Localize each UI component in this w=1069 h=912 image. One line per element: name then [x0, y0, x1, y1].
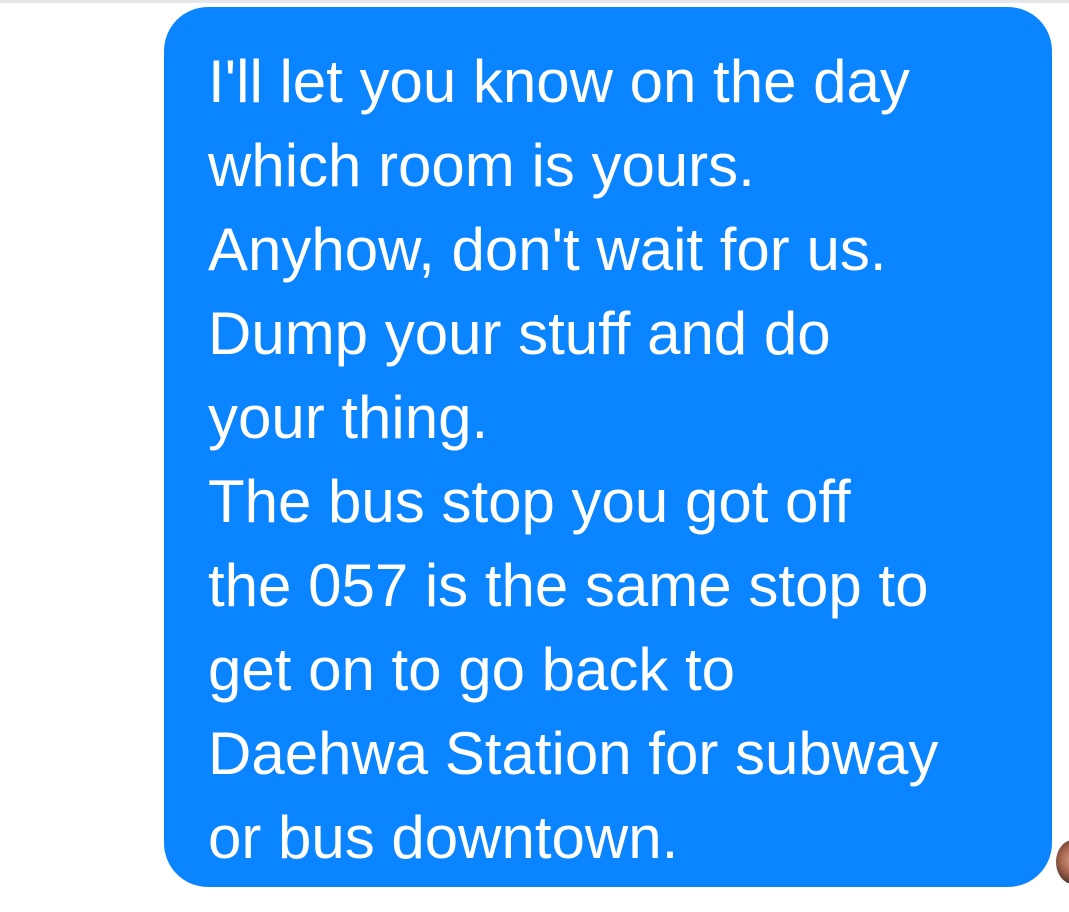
message-line: your thing. [208, 384, 489, 451]
message-line: get on to go back to [208, 636, 736, 703]
message-line: Daehwa Station for subway [208, 720, 939, 787]
message-line: I'll let you know on the day [208, 48, 910, 115]
message-line: Dump your stuff and do [208, 300, 831, 367]
message-line: The bus stop you got off [208, 468, 851, 535]
message-line: the 057 is the same stop to [208, 552, 929, 619]
message-line: Anyhow, don't wait for us. [208, 216, 887, 283]
message-line: which room is yours. [208, 132, 755, 199]
avatar[interactable] [1056, 840, 1069, 884]
sent-message-bubble[interactable]: I'll let you know on the day which room … [164, 7, 1052, 887]
message-line: or bus downtown. [208, 804, 679, 871]
top-divider [0, 0, 1069, 3]
